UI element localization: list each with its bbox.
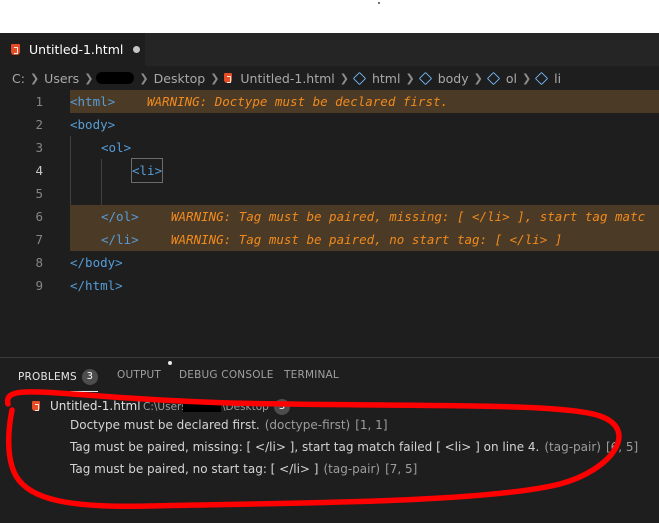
problem-item[interactable]: Tag must be paired, missing: [ </li> ], … — [70, 436, 638, 458]
inline-warning: WARNING: Doctype must be declared first. — [147, 94, 449, 109]
html5-icon — [32, 401, 40, 411]
code-text: <ol> — [101, 140, 132, 155]
tab-label: Untitled-1.html — [29, 42, 124, 57]
line-number: 9 — [35, 278, 43, 293]
chevron-right-icon: ❯ — [139, 71, 149, 85]
breadcrumb: C: ❯ Users ❯ ❯ Desktop ❯ Untitled-1.html… — [0, 66, 659, 90]
problem-source: (tag-pair) — [323, 462, 381, 476]
problems-file-name: Untitled-1.html — [50, 399, 141, 413]
file-problem-count-badge: 3 — [274, 399, 290, 415]
breadcrumb-file[interactable]: Untitled-1.html — [240, 71, 334, 86]
tab-untitled-1[interactable]: Untitled-1.html — [0, 33, 145, 66]
stray-dot — [168, 361, 172, 365]
breadcrumb-ol[interactable]: ol — [506, 71, 517, 86]
code-line-2[interactable]: 2 <body> — [0, 113, 659, 136]
symbol-element-icon — [352, 71, 367, 85]
code-line-8[interactable]: 8 </body> — [0, 251, 659, 274]
code-text: </html> — [70, 278, 123, 293]
tab-output[interactable]: OUTPUT — [117, 369, 161, 381]
redacted-username — [183, 402, 221, 412]
breadcrumb-html[interactable]: html — [372, 71, 400, 86]
symbol-element-icon — [535, 71, 549, 85]
code-text: </li> — [101, 232, 139, 247]
code-line-9[interactable]: 9 </html> — [0, 274, 659, 297]
code-text: <html> — [70, 94, 116, 109]
line-number: 2 — [35, 117, 43, 132]
tab-problems[interactable]: PROBLEMS 3 — [18, 369, 98, 392]
breadcrumb-users[interactable]: Users — [44, 71, 79, 86]
code-line-3[interactable]: 3 <ol> — [0, 136, 659, 159]
problems-count-badge: 3 — [81, 369, 98, 385]
problem-position: [7, 5] — [385, 462, 418, 476]
code-line-1[interactable]: 1 <html> WARNING: Doctype must be declar… — [0, 90, 659, 113]
problem-item[interactable]: Doctype must be declared first. (doctype-… — [70, 414, 388, 436]
problem-source: (tag-pair) — [544, 440, 601, 454]
html5-icon — [224, 73, 233, 83]
chevron-right-icon: ❯ — [210, 71, 220, 85]
code-editor[interactable]: 1 <html> WARNING: Doctype must be declar… — [0, 90, 659, 358]
chevron-right-icon: ❯ — [405, 71, 415, 85]
line-number: 4 — [35, 163, 43, 178]
chevron-right-icon: ❯ — [84, 71, 94, 85]
problem-item[interactable]: Tag must be paired, no start tag: [ </li… — [70, 458, 417, 480]
line-number: 5 — [35, 186, 43, 201]
breadcrumb-desktop[interactable]: Desktop — [154, 71, 206, 86]
code-line-6[interactable]: 6 </ol> WARNING: Tag must be paired, mis… — [0, 205, 659, 228]
code-text: <body> — [70, 117, 116, 132]
line-number: 3 — [35, 140, 43, 155]
breadcrumb-drive[interactable]: C: — [12, 71, 25, 86]
chevron-right-icon: ❯ — [29, 71, 40, 85]
bottom-panel: PROBLEMS 3 OUTPUT DEBUG CONSOLE TERMINAL … — [0, 357, 659, 523]
html5-icon — [11, 44, 20, 55]
problem-position: [6, 5] — [605, 440, 639, 454]
line-number: 6 — [35, 209, 43, 224]
tab-debug-console[interactable]: DEBUG CONSOLE — [179, 369, 274, 381]
symbol-element-icon — [418, 71, 432, 85]
inline-warning: WARNING: Tag must be paired, no start ta… — [171, 232, 563, 247]
breadcrumb-body[interactable]: body — [438, 71, 469, 86]
symbol-element-icon — [486, 71, 500, 85]
line-number: 1 — [35, 94, 43, 109]
line-number: 7 — [35, 232, 43, 247]
chevron-right-icon: ❯ — [521, 71, 532, 85]
breadcrumb-li[interactable]: li — [554, 71, 561, 86]
stray-dot — [378, 2, 380, 4]
problem-message: Doctype must be declared first. — [70, 418, 260, 432]
path-end: \Desktop — [222, 401, 269, 413]
code-text: </body> — [70, 255, 123, 270]
unsaved-dot-icon[interactable] — [133, 46, 141, 53]
code-text-selected: <li> — [130, 158, 164, 183]
tab-terminal[interactable]: TERMINAL — [284, 369, 339, 381]
line-number: 8 — [35, 255, 43, 270]
chevron-down-icon[interactable]: ⌄ — [3, 398, 11, 409]
code-line-4[interactable]: 4 <li> — [0, 158, 659, 183]
problem-source: (doctype-first) — [264, 418, 351, 432]
tab-problems-label: PROBLEMS — [18, 371, 77, 383]
chevron-right-icon: ❯ — [473, 71, 483, 85]
code-text: </ol> — [101, 209, 139, 224]
redacted-username — [96, 72, 135, 84]
code-line-7[interactable]: 7 </li> WARNING: Tag must be paired, no … — [0, 228, 659, 251]
code-line-5[interactable]: 5 — [0, 182, 659, 205]
top-blank-strip — [0, 0, 659, 33]
inline-warning: WARNING: Tag must be paired, missing: [ … — [171, 209, 646, 224]
editor-tab-bar: Untitled-1.html — [0, 33, 659, 66]
chevron-right-icon: ❯ — [339, 71, 349, 85]
problem-message: Tag must be paired, no start tag: [ </li… — [70, 462, 319, 476]
problem-message: Tag must be paired, missing: [ </li> ], … — [70, 440, 540, 454]
panel-tabs: PROBLEMS 3 OUTPUT DEBUG CONSOLE TERMINAL — [0, 358, 659, 392]
problem-position: [1, 1] — [355, 418, 388, 432]
